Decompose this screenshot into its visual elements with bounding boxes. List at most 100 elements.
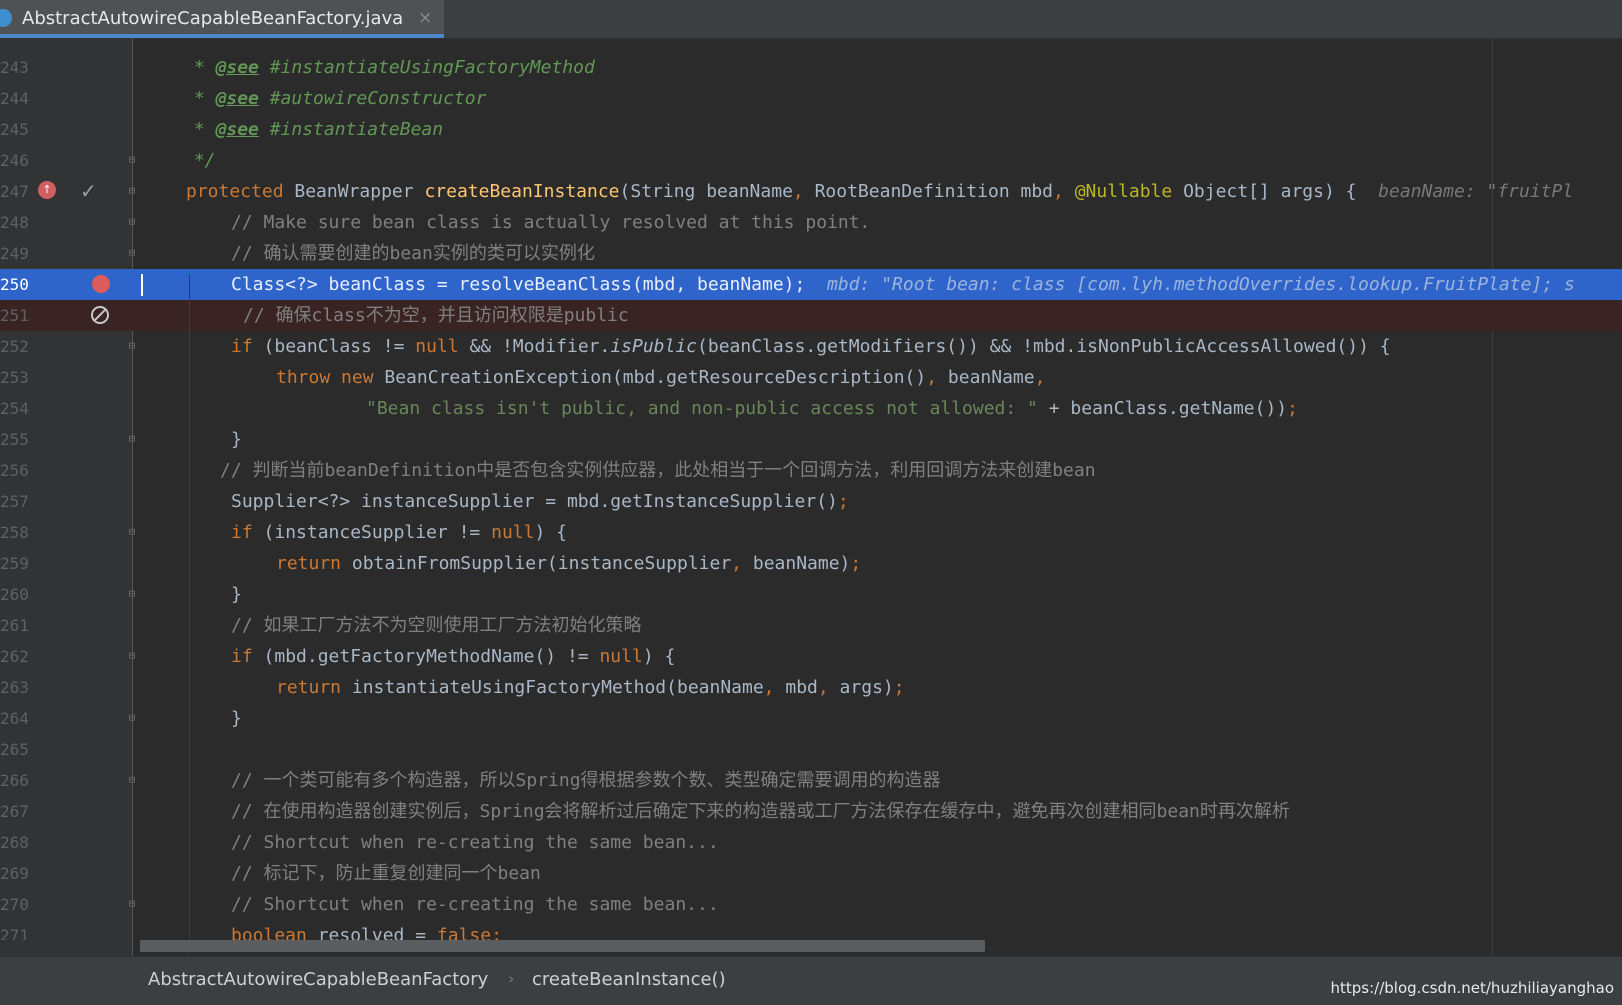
code-text: Class<?> beanClass = resolveBeanClass(mb… (231, 274, 1575, 295)
code-line[interactable]: 244 * @see #autowireConstructor (0, 83, 1622, 114)
code-line[interactable]: 269 // 标记下，防止重复创建同一个bean (0, 858, 1622, 889)
line-number: 268 (0, 833, 29, 852)
code-line[interactable]: 260 ⊟ } (0, 579, 1622, 610)
fold-start-icon[interactable]: ⊟ (126, 184, 138, 198)
fold-end-icon[interactable]: ⊟ (126, 897, 138, 911)
code-line[interactable]: 251 // 确保class不为空，并且访问权限是public (0, 300, 1622, 331)
fold-start-icon[interactable]: ⊟ (126, 215, 138, 229)
code-text: } (231, 584, 242, 605)
close-tab-icon[interactable]: × (418, 8, 432, 28)
code-text: // Make sure bean class is actually reso… (231, 212, 871, 233)
fold-end-icon[interactable]: ⊟ (126, 711, 138, 725)
line-number: 261 (0, 616, 29, 635)
file-tab-label: AbstractAutowireCapableBeanFactory.java (22, 8, 404, 29)
code-text: // 在使用构造器创建实例后，Spring会将解析过后确定下来的构造器或工厂方法… (231, 801, 1290, 822)
fold-end-icon[interactable]: ⊟ (126, 246, 138, 260)
code-line[interactable]: 270 ⊟ // Shortcut when re-creating the s… (0, 889, 1622, 920)
code-text: return instantiateUsingFactoryMethod(bea… (276, 677, 905, 698)
code-line[interactable]: 268 // Shortcut when re-creating the sam… (0, 827, 1622, 858)
line-number: 264 (0, 709, 29, 728)
line-number: 244 (0, 89, 29, 108)
line-number: 271 (0, 926, 29, 940)
code-text: } (231, 708, 242, 729)
fold-end-icon[interactable]: ⊟ (126, 153, 138, 167)
line-number: 265 (0, 740, 29, 759)
code-line[interactable]: 254 "Bean class isn't public, and non-pu… (0, 393, 1622, 424)
breakpoint-icon[interactable] (92, 275, 110, 293)
breadcrumb-class[interactable]: AbstractAutowireCapableBeanFactory (148, 969, 488, 990)
code-line[interactable]: 243 * @see #instantiateUsingFactoryMetho… (0, 52, 1622, 83)
line-number: 260 (0, 585, 29, 604)
code-text: * @see #instantiateUsingFactoryMethod (183, 57, 595, 78)
code-line[interactable]: 263 return instantiateUsingFactoryMethod… (0, 672, 1622, 703)
fold-start-icon[interactable]: ⊟ (126, 339, 138, 353)
code-text: Supplier<?> instanceSupplier = mbd.getIn… (231, 491, 849, 512)
code-text: "Bean class isn't public, and non-public… (366, 398, 1298, 419)
breadcrumb-separator-icon: › (508, 969, 515, 988)
line-number: 251 (0, 306, 29, 325)
line-number: 263 (0, 678, 29, 697)
line-number: 262 (0, 647, 29, 666)
code-line[interactable]: 267 // 在使用构造器创建实例后，Spring会将解析过后确定下来的构造器或… (0, 796, 1622, 827)
file-tab[interactable]: AbstractAutowireCapableBeanFactory.java … (0, 0, 444, 38)
line-number: 248 (0, 213, 29, 232)
code-line[interactable]: 262 ⊟ if (mbd.getFactoryMethodName() != … (0, 641, 1622, 672)
code-text: // 标记下，防止重复创建同一个bean (231, 863, 541, 884)
code-line[interactable]: 264 ⊟ } (0, 703, 1622, 734)
code-text: protected BeanWrapper createBeanInstance… (186, 181, 1574, 202)
line-number: 243 (0, 58, 29, 77)
code-line[interactable]: 245 * @see #instantiateBean (0, 114, 1622, 145)
code-line[interactable]: 271 boolean resolved = false; (0, 920, 1622, 940)
code-line[interactable]: 265 (0, 734, 1622, 765)
line-number: 259 (0, 554, 29, 573)
code-line[interactable]: 256 // 判断当前beanDefinition中是否包含实例供应器，此处相当… (0, 455, 1622, 486)
disabled-breakpoint-icon[interactable] (91, 306, 109, 324)
code-line[interactable]: 261 // 如果工厂方法不为空则使用工厂方法初始化策略 (0, 610, 1622, 641)
line-number: 269 (0, 864, 29, 883)
fold-end-icon[interactable]: ⊟ (126, 432, 138, 446)
line-number: 267 (0, 802, 29, 821)
breadcrumb-method[interactable]: createBeanInstance() (532, 969, 726, 990)
current-execution-line[interactable]: 250 Class<?> beanClass = resolveBeanClas… (0, 269, 1622, 300)
line-number: 250 (0, 275, 29, 294)
code-line[interactable]: 252 ⊟ if (beanClass != null && !Modifier… (0, 331, 1622, 362)
code-line[interactable]: 247 ↑ ✓ ⊟ protected BeanWrapper createBe… (0, 176, 1622, 207)
text-caret (141, 274, 143, 296)
code-text: // 一个类可能有多个构造器，所以Spring得根据参数个数、类型确定需要调用的… (231, 770, 941, 791)
code-line[interactable]: 246 ⊟ */ (0, 145, 1622, 176)
code-text: if (mbd.getFactoryMethodName() != null) … (231, 646, 676, 667)
fold-start-icon[interactable]: ⊟ (126, 773, 138, 787)
java-class-icon (0, 9, 12, 27)
code-text: */ (183, 150, 216, 171)
code-line[interactable]: 266 ⊟ // 一个类可能有多个构造器，所以Spring得根据参数个数、类型确… (0, 765, 1622, 796)
code-line[interactable]: 249 ⊟ // 确认需要创建的bean实例的类可以实例化 (0, 238, 1622, 269)
code-text: * @see #autowireConstructor (183, 88, 487, 109)
code-text: if (instanceSupplier != null) { (231, 522, 567, 543)
code-line[interactable]: 259 return obtainFromSupplier(instanceSu… (0, 548, 1622, 579)
code-line[interactable]: 257 Supplier<?> instanceSupplier = mbd.g… (0, 486, 1622, 517)
line-number: 246 (0, 151, 29, 170)
fold-start-icon[interactable]: ⊟ (126, 525, 138, 539)
line-number: 247 (0, 182, 29, 201)
line-number: 249 (0, 244, 29, 263)
code-text: throw new BeanCreationException(mbd.getR… (276, 367, 1046, 388)
fold-start-icon[interactable]: ⊟ (126, 649, 138, 663)
inline-debug-hint: beanName: "fruitPl (1356, 181, 1574, 202)
code-text: // Shortcut when re-creating the same be… (231, 894, 719, 915)
code-text: if (beanClass != null && !Modifier.isPub… (231, 336, 1391, 357)
code-text: // 如果工厂方法不为空则使用工厂方法初始化策略 (231, 615, 642, 636)
method-override-icon[interactable]: ↑ (38, 181, 56, 199)
code-text: } (231, 429, 242, 450)
line-number: 258 (0, 523, 29, 542)
editor-tab-bar: AbstractAutowireCapableBeanFactory.java … (0, 0, 1622, 39)
line-number: 270 (0, 895, 29, 914)
checkmark-icon: ✓ (80, 179, 97, 203)
breadcrumb-bar: AbstractAutowireCapableBeanFactory › cre… (0, 956, 1622, 1005)
line-number: 256 (0, 461, 29, 480)
code-line[interactable]: 255 ⊟ } (0, 424, 1622, 455)
code-line[interactable]: 258 ⊟ if (instanceSupplier != null) { (0, 517, 1622, 548)
fold-end-icon[interactable]: ⊟ (126, 587, 138, 601)
horizontal-scrollbar[interactable] (140, 940, 985, 952)
code-line[interactable]: 248 ⊟ // Make sure bean class is actuall… (0, 207, 1622, 238)
code-line[interactable]: 253 throw new BeanCreationException(mbd.… (0, 362, 1622, 393)
